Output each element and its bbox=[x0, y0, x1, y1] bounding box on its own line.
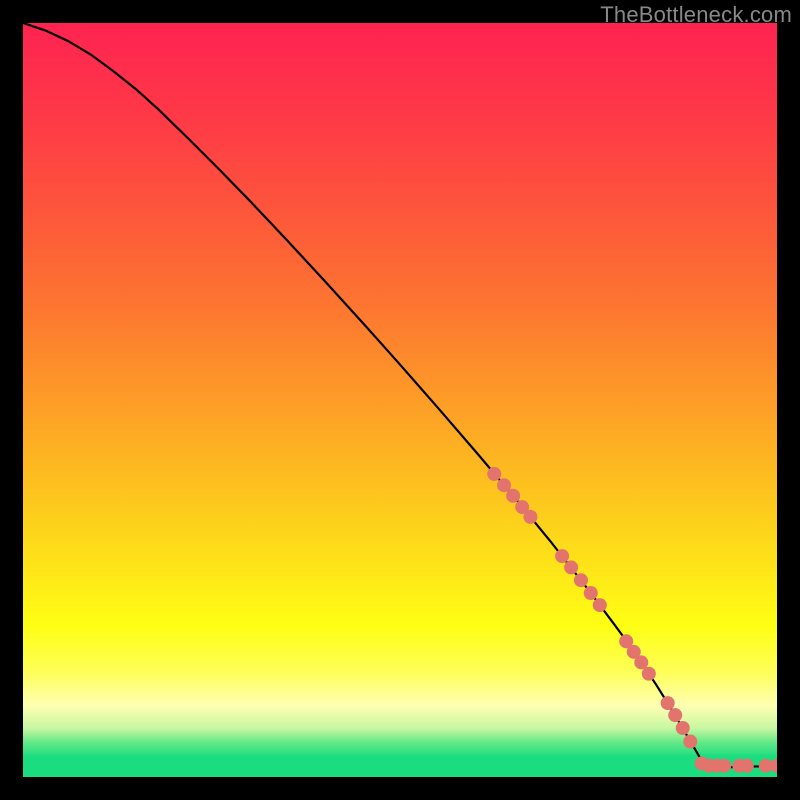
data-point bbox=[555, 549, 569, 563]
chart-svg bbox=[23, 23, 777, 777]
data-point bbox=[574, 573, 588, 587]
data-point bbox=[717, 759, 731, 773]
data-point bbox=[668, 708, 682, 722]
data-point bbox=[506, 489, 520, 503]
plot-area bbox=[23, 23, 777, 777]
data-point bbox=[523, 510, 537, 524]
watermark-text: TheBottleneck.com bbox=[600, 2, 792, 28]
gradient-background bbox=[23, 23, 777, 777]
data-point bbox=[584, 586, 598, 600]
data-point bbox=[740, 759, 754, 773]
data-point bbox=[497, 478, 511, 492]
data-point bbox=[683, 735, 697, 749]
data-point bbox=[487, 467, 501, 481]
data-point bbox=[661, 696, 675, 710]
data-point bbox=[642, 667, 656, 681]
bottom-band bbox=[23, 754, 777, 777]
data-point bbox=[593, 598, 607, 612]
data-point bbox=[564, 560, 578, 574]
data-point bbox=[676, 721, 690, 735]
chart-frame: TheBottleneck.com bbox=[0, 0, 800, 800]
